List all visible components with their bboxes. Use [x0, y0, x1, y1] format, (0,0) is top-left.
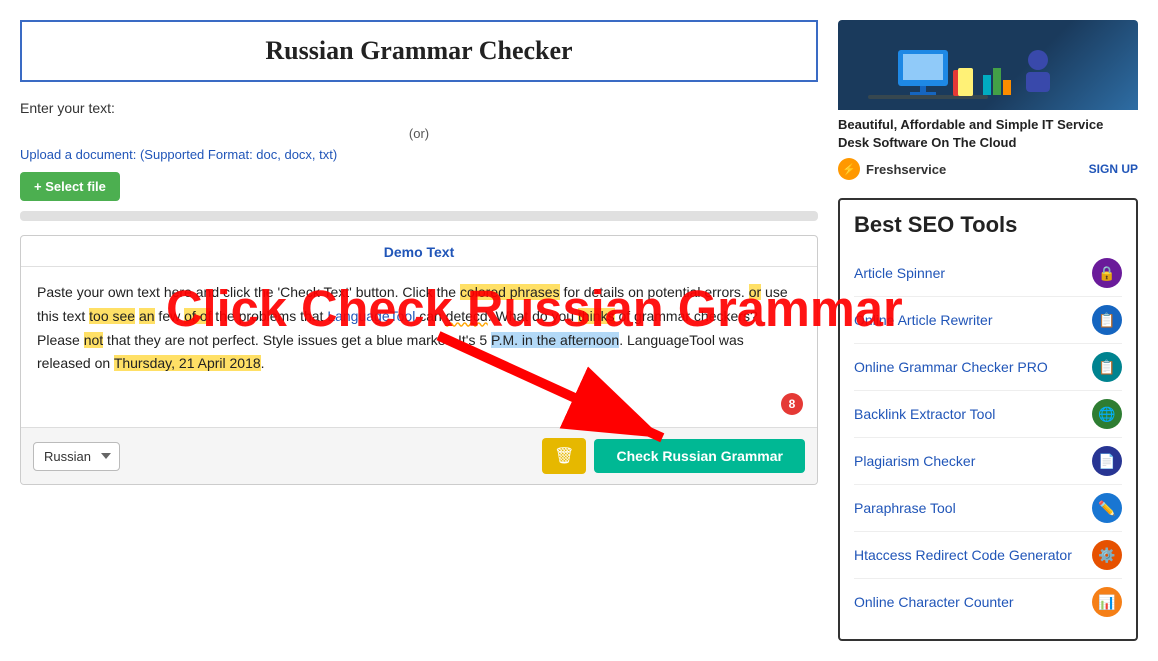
seo-tools-box: Best SEO Tools Article Spinner 🔒 Online …: [838, 198, 1138, 641]
seo-tool-name: Online Article Rewriter: [854, 312, 993, 328]
enter-text-label: Enter your text:: [20, 100, 818, 116]
brand-name: Freshservice: [866, 162, 946, 177]
seo-tool-item[interactable]: Article Spinner 🔒: [854, 250, 1122, 297]
demo-text-content[interactable]: Paste your own text here and click the '…: [21, 267, 817, 427]
action-buttons: 🗑 Check Russian Grammar: [542, 438, 805, 474]
demo-text-wrapper: Demo Text Paste your own text here and c…: [20, 235, 818, 485]
demo-text-area: Demo Text Paste your own text here and c…: [20, 235, 818, 485]
ad-brand-row: ⚡ Freshservice SIGN UP: [838, 154, 1138, 184]
seo-tool-icon: 🌐: [1092, 399, 1122, 429]
seo-tool-name: Backlink Extractor Tool: [854, 406, 995, 422]
demo-text-header: Demo Text: [21, 236, 817, 267]
upload-label: Upload a document: (Supported Format: do…: [20, 147, 337, 162]
bottom-bar: Russian 🗑 Check Russian Grammar: [21, 427, 817, 484]
seo-tool-name: Article Spinner: [854, 265, 945, 281]
seo-tool-item[interactable]: Online Character Counter 📊: [854, 579, 1122, 625]
ad-block: Beautiful, Affordable and Simple IT Serv…: [838, 20, 1138, 184]
seo-tool-item[interactable]: Backlink Extractor Tool 🌐: [854, 391, 1122, 438]
signup-link[interactable]: SIGN UP: [1089, 162, 1138, 176]
seo-tool-icon: 📊: [1092, 587, 1122, 617]
seo-tool-item[interactable]: Plagiarism Checker 📄: [854, 438, 1122, 485]
colored-phrase-1[interactable]: colored phrases: [460, 284, 560, 300]
seo-tool-icon: ✏️: [1092, 493, 1122, 523]
check-grammar-button[interactable]: Check Russian Grammar: [594, 439, 805, 473]
trash-button[interactable]: 🗑: [542, 438, 586, 474]
ad-brand: ⚡ Freshservice: [838, 158, 946, 180]
seo-tool-name: Plagiarism Checker: [854, 453, 975, 469]
main-content: Russian Grammar Checker Enter your text:…: [20, 20, 818, 641]
seo-tools-title: Best SEO Tools: [854, 212, 1122, 238]
seo-tool-item[interactable]: Online Grammar Checker PRO 📋: [854, 344, 1122, 391]
seo-tool-name: Htaccess Redirect Code Generator: [854, 547, 1072, 563]
sidebar: Beautiful, Affordable and Simple IT Serv…: [838, 20, 1138, 641]
brand-icon: ⚡: [838, 158, 860, 180]
seo-tool-name: Online Character Counter: [854, 594, 1014, 610]
upload-row: Upload a document: (Supported Format: do…: [20, 147, 818, 162]
ad-caption: Beautiful, Affordable and Simple IT Serv…: [838, 110, 1138, 154]
ad-illustration: [868, 30, 1108, 110]
language-select[interactable]: Russian: [33, 442, 120, 471]
seo-tool-icon: 📋: [1092, 305, 1122, 335]
seo-tool-name: Online Grammar Checker PRO: [854, 359, 1048, 375]
title-box: Russian Grammar Checker: [20, 20, 818, 82]
page-title: Russian Grammar Checker: [42, 36, 796, 66]
seo-tool-name: Paraphrase Tool: [854, 500, 956, 516]
error-badge: 8: [781, 393, 803, 415]
or-row: (or): [20, 126, 818, 141]
seo-tool-item[interactable]: Htaccess Redirect Code Generator ⚙️: [854, 532, 1122, 579]
seo-tool-icon: ⚙️: [1092, 540, 1122, 570]
seo-tool-icon: 🔒: [1092, 258, 1122, 288]
select-file-button[interactable]: + Select file: [20, 172, 120, 201]
seo-tool-item[interactable]: Online Article Rewriter 📋: [854, 297, 1122, 344]
seo-tool-item[interactable]: Paraphrase Tool ✏️: [854, 485, 1122, 532]
ad-image: [838, 20, 1138, 110]
seo-tools-list: Article Spinner 🔒 Online Article Rewrite…: [854, 250, 1122, 625]
seo-tool-icon: 📄: [1092, 446, 1122, 476]
seo-tool-icon: 📋: [1092, 352, 1122, 382]
demo-text-static: Paste your own text here and click the '…: [37, 284, 460, 300]
progress-bar: [20, 211, 818, 221]
